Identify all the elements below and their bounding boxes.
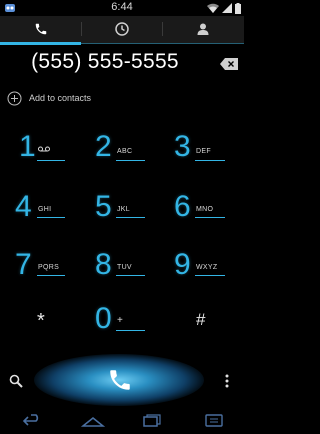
- status-icons: [207, 2, 241, 14]
- key-digit: 5: [95, 190, 112, 223]
- overflow-menu-icon[interactable]: [225, 374, 229, 388]
- call-button[interactable]: [107, 367, 133, 393]
- key-digit: 4: [15, 190, 32, 223]
- key-digit: 0: [95, 302, 112, 335]
- dialed-number[interactable]: (555) 555-5555: [0, 50, 210, 74]
- key-underline: [195, 275, 225, 276]
- dial-key-2[interactable]: 2 ABC: [81, 126, 162, 188]
- key-letters: DEF: [196, 148, 211, 155]
- key-letters: GHI: [38, 206, 52, 213]
- tab-selected-indicator: [0, 42, 81, 45]
- status-bar: 6:44: [0, 0, 244, 16]
- key-letters: PQRS: [38, 264, 60, 271]
- signal-icon: [222, 3, 232, 13]
- wifi-icon: [207, 3, 219, 13]
- key-underline: [116, 330, 145, 331]
- search-icon[interactable]: [9, 374, 23, 388]
- tab-bar: [0, 16, 244, 45]
- key-letters: +: [117, 315, 124, 326]
- key-digit: 6: [174, 190, 191, 223]
- tab-contacts[interactable]: [162, 16, 243, 42]
- key-letters: MNO: [196, 206, 214, 213]
- person-icon: [197, 23, 208, 35]
- dial-key-pound[interactable]: #: [162, 302, 243, 364]
- keyboard-hide-icon[interactable]: [205, 414, 223, 428]
- key-letters: JKL: [117, 206, 130, 213]
- backspace-icon[interactable]: [220, 58, 238, 70]
- voicemail-icon: [38, 146, 50, 152]
- key-underline: [37, 160, 65, 161]
- key-underline: [195, 217, 225, 218]
- clock-icon: [114, 22, 129, 36]
- key-digit: 7: [15, 248, 32, 281]
- key-underline: [37, 275, 65, 276]
- key-underline: [116, 275, 145, 276]
- key-underline: [116, 160, 145, 161]
- back-icon[interactable]: [22, 414, 42, 428]
- dial-key-9[interactable]: 9 WXYZ: [162, 244, 243, 306]
- key-digit: 9: [174, 248, 191, 281]
- home-icon[interactable]: [81, 414, 105, 428]
- key-underline: [37, 217, 65, 218]
- dial-key-7[interactable]: 7 PQRS: [0, 244, 81, 306]
- recent-apps-icon[interactable]: [143, 414, 161, 428]
- key-letters: ABC: [117, 148, 133, 155]
- add-to-contacts-button[interactable]: Add to contacts: [7, 89, 91, 107]
- key-digit: 3: [174, 130, 191, 163]
- key-digit: 1: [19, 130, 36, 163]
- tab-call-log[interactable]: [81, 16, 162, 42]
- tab-dialer[interactable]: [0, 16, 81, 42]
- key-letters: WXYZ: [196, 264, 218, 271]
- dial-key-6[interactable]: 6 MNO: [162, 186, 243, 248]
- dial-key-star[interactable]: *: [0, 302, 81, 364]
- dial-key-8[interactable]: 8 TUV: [81, 244, 162, 306]
- dial-key-1[interactable]: 1: [0, 126, 81, 188]
- phone-icon: [35, 23, 46, 35]
- key-digit: 8: [95, 248, 112, 281]
- key-digit: #: [196, 310, 206, 329]
- dial-key-3[interactable]: 3 DEF: [162, 126, 243, 188]
- add-circle-icon: [7, 91, 22, 105]
- dial-key-4[interactable]: 4 GHI: [0, 186, 81, 248]
- key-underline: [195, 160, 225, 161]
- battery-icon: [235, 2, 241, 14]
- navigation-bar: [0, 408, 244, 434]
- key-digit: 2: [95, 130, 112, 163]
- key-underline: [116, 217, 145, 218]
- key-digit: *: [37, 310, 45, 332]
- dial-key-5[interactable]: 5 JKL: [81, 186, 162, 248]
- key-letters: TUV: [117, 264, 132, 271]
- add-to-contacts-label: Add to contacts: [29, 93, 92, 103]
